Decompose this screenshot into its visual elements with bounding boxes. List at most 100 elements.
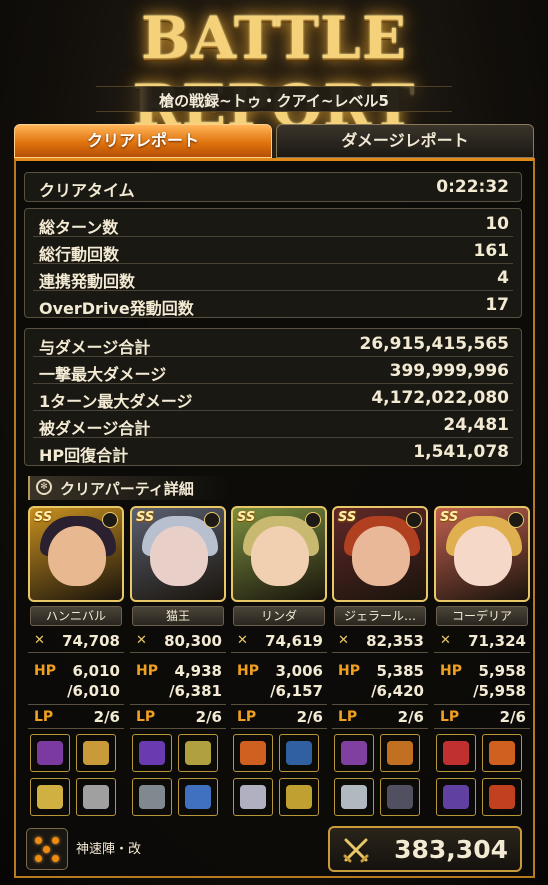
stat-value: 10 (485, 214, 509, 234)
equipment-slot[interactable] (334, 778, 374, 816)
stat-row: 与ダメージ合計 26,915,415,565 (25, 331, 521, 357)
equipment-slot[interactable] (436, 734, 476, 772)
portrait-face (48, 526, 106, 586)
divider (33, 437, 513, 438)
quest-name: 槍の戦録~トゥ・クアイ~レベル5 (159, 92, 389, 110)
unit-portrait[interactable]: SS (332, 506, 428, 602)
tab-damage-report[interactable]: ダメージレポート (276, 124, 534, 158)
unit-power: ✕ 80,300 (130, 630, 226, 653)
lp-value: 2/6 (93, 708, 120, 726)
unit-lp: LP 2/6 (130, 706, 226, 729)
equipment-slot[interactable] (132, 734, 172, 772)
unit-name: コーデリア (436, 606, 528, 626)
equipment-slot[interactable] (30, 734, 70, 772)
crossed-swords-icon: ✕ (136, 633, 147, 648)
equipment-slot[interactable] (76, 778, 116, 816)
equipment-slot[interactable] (233, 778, 273, 816)
stat-value: 17 (485, 295, 509, 315)
unit-lp: LP 2/6 (28, 706, 124, 729)
equipment-icon (387, 741, 413, 765)
power-value: 74,708 (62, 632, 120, 650)
equipment-slot[interactable] (380, 778, 420, 816)
equipment-icon (240, 785, 266, 809)
unit-power: ✕ 71,324 (434, 630, 530, 653)
equipment-slot[interactable] (334, 734, 374, 772)
stat-row: 総ターン数 10 (25, 211, 521, 237)
quest-name-bar: 槍の戦録~トゥ・クアイ~レベル5 (96, 86, 452, 112)
equipment-icon (341, 741, 367, 765)
equipment-icon (185, 741, 211, 765)
total-power-value: 383,304 (394, 835, 508, 864)
equipment-icon (37, 741, 63, 765)
equipment-icon (240, 741, 266, 765)
formation-dot (35, 837, 42, 844)
power-value: 71,324 (468, 632, 526, 650)
portrait-face (454, 526, 512, 586)
party-detail-title: クリアパーティ詳細 (60, 480, 194, 498)
stat-value: 0:22:32 (436, 177, 509, 197)
lp-label: LP (440, 709, 460, 725)
equipment-icon (83, 741, 109, 765)
crossed-swords-icon: ✕ (338, 633, 349, 648)
equipment-slot[interactable] (482, 778, 522, 816)
hp-current: 5,958 (478, 662, 526, 680)
formation-dot (52, 855, 59, 862)
equipment-slot[interactable] (30, 778, 70, 816)
stat-row: クリアタイム 0:22:32 (25, 174, 521, 200)
stat-row: 1ターン最大ダメージ 4,172,022,080 (25, 385, 521, 411)
total-power-box: 383,304 (328, 826, 522, 872)
stat-value: 4 (497, 268, 509, 288)
stat-label: 被ダメージ合計 (39, 419, 151, 438)
hp-label: HP (34, 663, 56, 679)
power-value: 80,300 (164, 632, 222, 650)
stat-row: 連携発動回数 4 (25, 265, 521, 291)
equipment-grid (334, 734, 426, 820)
unit-portrait[interactable]: SS (434, 506, 530, 602)
tab-clear-report[interactable]: クリアレポート (14, 124, 272, 158)
stat-value: 161 (473, 241, 510, 261)
hp-max: /6,157 (270, 682, 323, 700)
equipment-icon (37, 785, 63, 809)
weapon-type-icon (508, 512, 524, 528)
unit-portrait[interactable]: SS (130, 506, 226, 602)
crossed-swords-icon: ✕ (237, 633, 248, 648)
stat-value: 399,999,996 (389, 361, 509, 381)
unit-hp: HP 6,010 /6,010 (28, 660, 124, 705)
equipment-slot[interactable] (178, 734, 218, 772)
divider (33, 236, 513, 237)
stat-label: HP回復合計 (39, 446, 129, 465)
equipment-slot[interactable] (279, 778, 319, 816)
equipment-slot[interactable] (436, 778, 476, 816)
weapon-type-icon (305, 512, 321, 528)
stat-label: クリアタイム (39, 181, 135, 200)
lp-label: LP (237, 709, 257, 725)
formation-dot (35, 855, 42, 862)
stat-value: 4,172,022,080 (371, 388, 509, 408)
stat-value: 24,481 (443, 415, 509, 435)
equipment-slot[interactable] (279, 734, 319, 772)
unit-hp: HP 4,938 /6,381 (130, 660, 226, 705)
lp-value: 2/6 (195, 708, 222, 726)
equipment-slot[interactable] (132, 778, 172, 816)
turn-stats-box: 総ターン数 10 総行動回数 161 連携発動回数 4 OverDrive発動回… (24, 208, 522, 318)
equipment-slot[interactable] (233, 734, 273, 772)
equipment-slot[interactable] (482, 734, 522, 772)
stat-label: 与ダメージ合計 (39, 338, 151, 357)
hp-label: HP (136, 663, 158, 679)
equipment-slot[interactable] (380, 734, 420, 772)
unit-portrait[interactable]: SS (231, 506, 327, 602)
stat-label: OverDrive発動回数 (39, 299, 194, 318)
stat-label: 総行動回数 (39, 245, 120, 264)
equipment-icon (139, 785, 165, 809)
equipment-slot[interactable] (76, 734, 116, 772)
stat-label: 一撃最大ダメージ (39, 365, 167, 384)
crossed-swords-icon: ✕ (440, 633, 451, 648)
damage-stats-box: 与ダメージ合計 26,915,415,565 一撃最大ダメージ 399,999,… (24, 328, 522, 466)
formation-dot (43, 846, 50, 853)
clear-time-box: クリアタイム 0:22:32 (24, 172, 522, 202)
equipment-icon (286, 785, 312, 809)
unit-portrait[interactable]: SS (28, 506, 124, 602)
formation-icon[interactable] (26, 828, 68, 870)
equipment-slot[interactable] (178, 778, 218, 816)
rank-badge: SS (136, 510, 155, 525)
